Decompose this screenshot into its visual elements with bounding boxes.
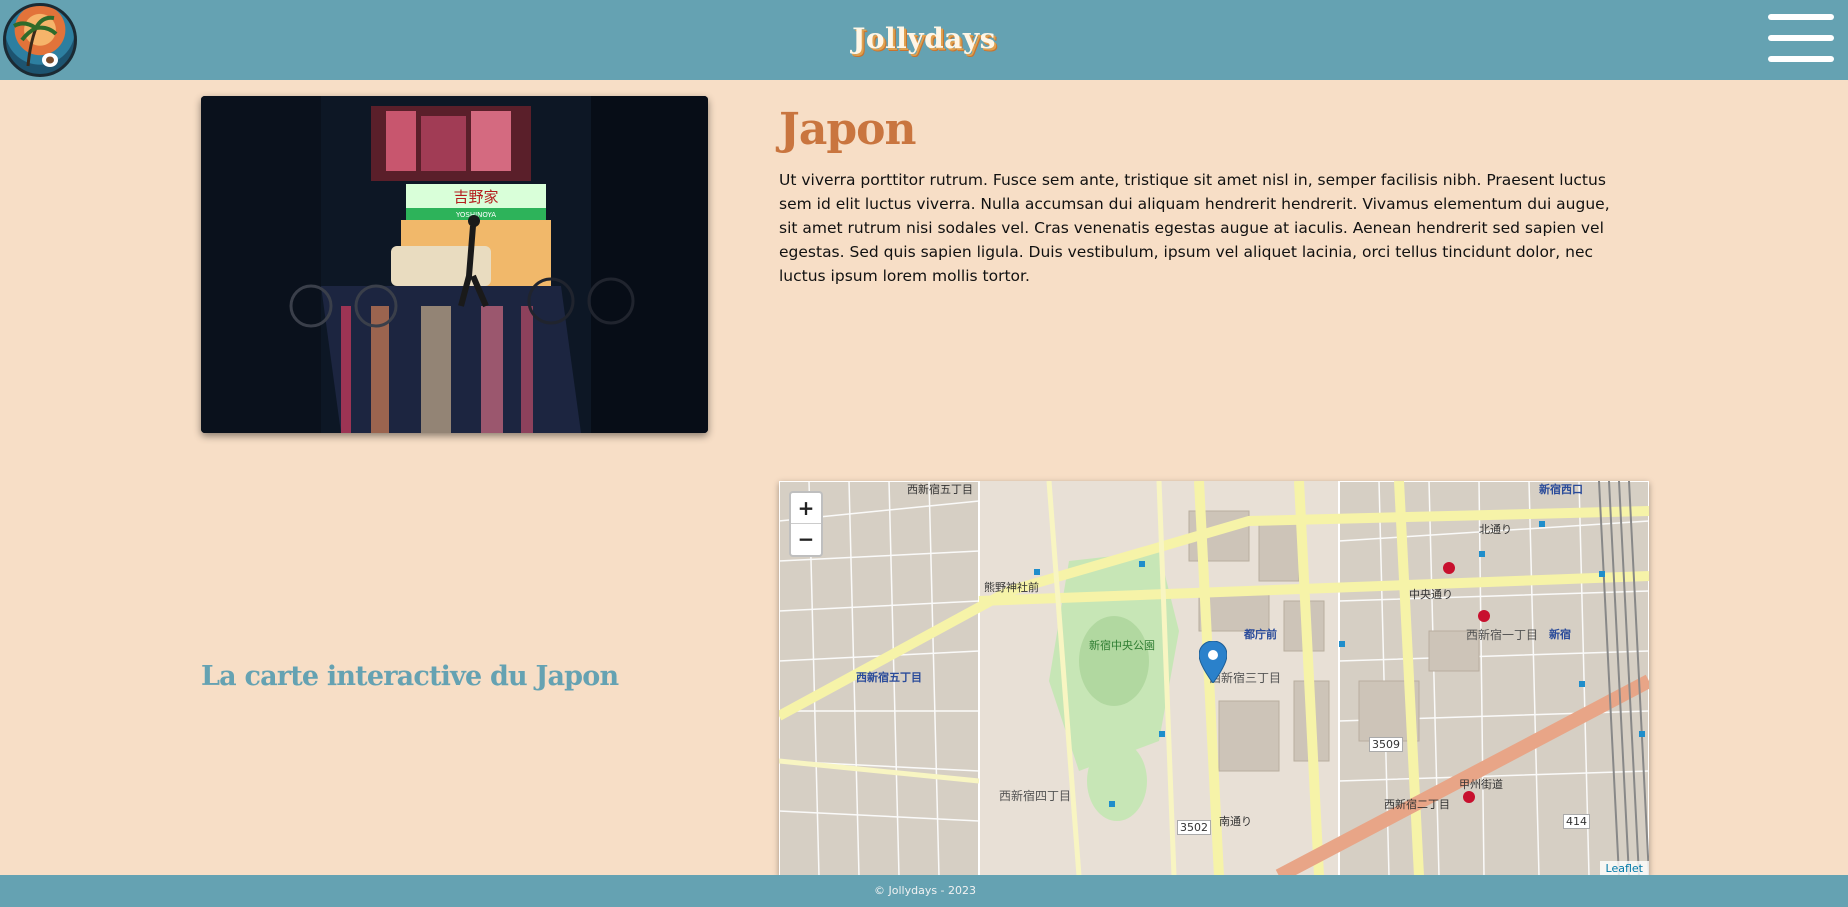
map-place-label: 新宿中央公園 xyxy=(1089,639,1155,652)
map-place-label: 西新宿一丁目 xyxy=(1466,628,1539,642)
map-place-label: 西新宿五丁目 xyxy=(856,671,922,684)
map-place-label: 新宿西口 xyxy=(1539,483,1583,496)
menu-line xyxy=(1768,35,1834,41)
map-zoom-control: + − xyxy=(789,491,823,557)
copyright-text: © Jollydays - 2023 xyxy=(874,884,977,897)
map-attribution-link[interactable]: Leaflet xyxy=(1599,861,1649,876)
map-place-label: 西新宿二丁目 xyxy=(1384,798,1450,811)
map-place-label: 熊野神社前 xyxy=(984,581,1039,594)
hamburger-menu-icon[interactable] xyxy=(1768,14,1834,66)
map-place-label: 西新宿五丁目 xyxy=(907,483,973,496)
map-place-label: 新宿 xyxy=(1549,628,1571,641)
photo-sign-text: 吉野家 xyxy=(453,188,498,206)
japan-street-photo: 吉野家 YOSHINOYA xyxy=(201,96,708,433)
map-section-heading: La carte interactive du Japon xyxy=(201,661,619,692)
location-marker-icon[interactable] xyxy=(1199,641,1227,683)
zoom-out-button[interactable]: − xyxy=(791,524,821,555)
destination-description: Ut viverra porttitor rutrum. Fusce sem a… xyxy=(779,171,1610,285)
brand-title[interactable]: Jollydays xyxy=(0,22,1848,55)
interactive-map[interactable]: 西新宿五丁目 西新宿五丁目 西新宿四丁目 新宿中央公園 西新宿三丁目 都庁前 西… xyxy=(779,481,1649,876)
map-road-number: 3509 xyxy=(1369,737,1403,752)
menu-line xyxy=(1768,14,1834,20)
map-place-label: 南通り xyxy=(1219,815,1252,828)
zoom-in-button[interactable]: + xyxy=(791,493,821,524)
footer: © Jollydays - 2023 xyxy=(0,875,1848,907)
map-road-number: 414 xyxy=(1563,814,1590,829)
destination-title: Japon xyxy=(779,104,916,155)
map-place-label: 甲州街道 xyxy=(1459,778,1503,791)
menu-line xyxy=(1768,56,1834,62)
map-road-number: 3502 xyxy=(1177,820,1211,835)
map-place-label: 中央通り xyxy=(1409,588,1453,601)
map-place-label: 西新宿四丁目 xyxy=(999,789,1072,803)
top-bar: Jollydays xyxy=(0,0,1848,80)
map-place-label: 都庁前 xyxy=(1244,628,1277,641)
map-place-label: 北通り xyxy=(1479,523,1512,536)
